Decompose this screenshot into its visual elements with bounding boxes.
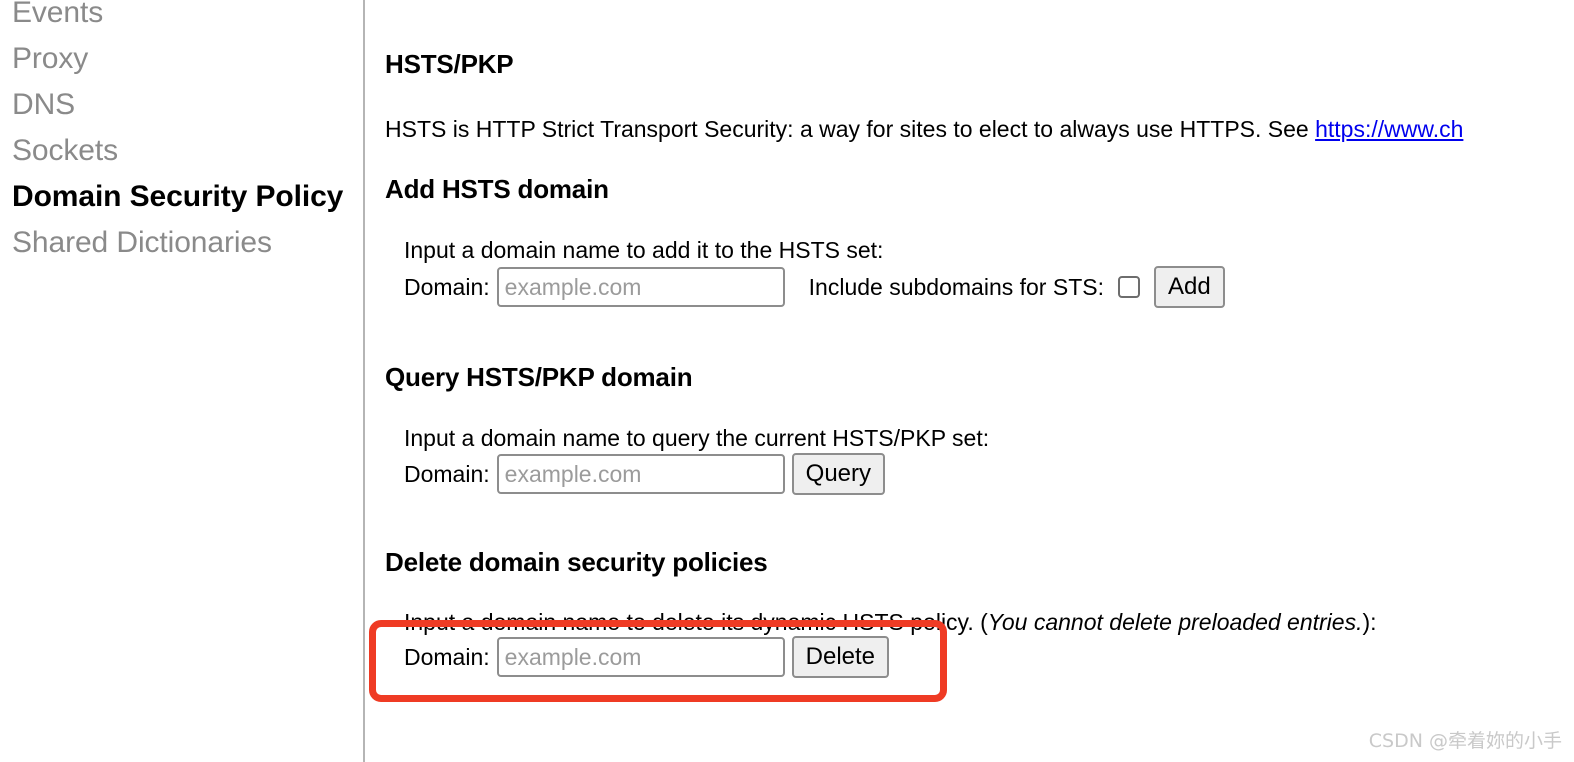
delete-domain-label: Domain: [404, 643, 490, 670]
include-subdomains-checkbox[interactable] [1117, 276, 1140, 298]
query-section-description: Input a domain name to query the current… [404, 425, 990, 451]
add-domain-row: Domain: Include subdomains for STS: Add [404, 266, 1225, 308]
sidebar-item-label: Proxy [12, 42, 89, 75]
delete-description-italic: You cannot delete preloaded entries. [987, 609, 1363, 635]
sidebar-item-proxy[interactable]: Proxy [12, 42, 88, 76]
sidebar-item-sockets[interactable]: Sockets [12, 134, 118, 168]
add-section-description: Input a domain name to add it to the HST… [404, 237, 884, 263]
sidebar-item-shared-dictionaries[interactable]: Shared Dictionaries [12, 226, 272, 260]
include-subdomains-label: Include subdomains for STS: [808, 273, 1104, 300]
sidebar-item-dns[interactable]: DNS [12, 88, 75, 122]
hsts-info-link[interactable]: https://www.ch [1315, 116, 1463, 142]
delete-section-heading: Delete domain security policies [385, 546, 768, 577]
csdn-watermark: CSDN @牵着妳的小手 [1368, 730, 1562, 752]
delete-section-description: Input a domain name to delete its dynami… [404, 608, 1377, 636]
add-section-heading: Add HSTS domain [385, 173, 609, 204]
sidebar-item-label: DNS [12, 88, 76, 121]
sidebar-item-label: Domain Security Policy [12, 180, 344, 213]
query-button[interactable]: Query [791, 453, 886, 495]
sidebar-item-domain-security-policy[interactable]: Domain Security Policy [12, 180, 343, 214]
delete-description-before: Input a domain name to delete its dynami… [404, 609, 988, 635]
main-content: HSTS/PKP HSTS is HTTP Strict Transport S… [365, 0, 1574, 762]
delete-description-after: ): [1362, 609, 1377, 635]
query-section-heading: Query HSTS/PKP domain [385, 361, 693, 392]
hsts-intro-text: HSTS is HTTP Strict Transport Security: … [385, 116, 1316, 142]
sidebar-item-label: Shared Dictionaries [12, 226, 272, 259]
hsts-intro-paragraph: HSTS is HTTP Strict Transport Security: … [385, 115, 1463, 143]
delete-domain-input[interactable] [496, 637, 785, 677]
add-domain-label: Domain: [404, 273, 490, 300]
sidebar-item-events[interactable]: Events [12, 0, 103, 30]
sidebar-item-label: Events [12, 0, 104, 29]
sidebar-item-label: Sockets [12, 134, 119, 167]
add-button[interactable]: Add [1153, 266, 1225, 308]
delete-button[interactable]: Delete [791, 636, 890, 678]
query-domain-label: Domain: [404, 460, 490, 487]
add-domain-input[interactable] [496, 267, 785, 307]
query-domain-row: Domain: Query [404, 453, 886, 495]
page-root: Events Proxy DNS Sockets Domain Security… [0, 0, 1574, 762]
sidebar-nav: Events Proxy DNS Sockets Domain Security… [0, 0, 363, 762]
query-domain-input[interactable] [496, 454, 785, 494]
page-title: HSTS/PKP [385, 49, 514, 80]
delete-domain-row: Domain: Delete [404, 636, 890, 678]
